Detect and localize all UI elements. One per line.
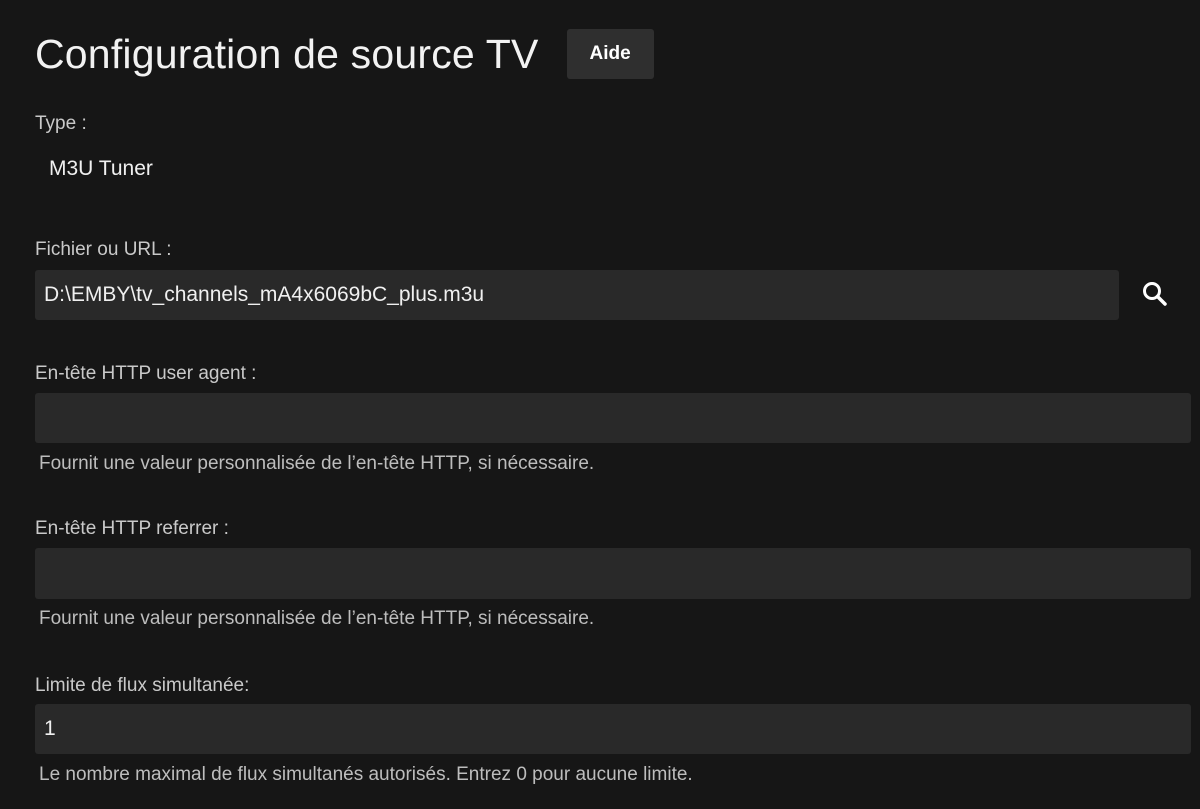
type-label: Type : (35, 113, 87, 134)
header: Configuration de source TV Aide (35, 28, 654, 80)
referrer-field[interactable] (35, 548, 1191, 599)
user-agent-field[interactable] (35, 393, 1191, 443)
user-agent-help: Fournit une valeur personnalisée de l’en… (39, 453, 595, 474)
browse-search-button[interactable] (1131, 270, 1179, 318)
page-title: Configuration de source TV (35, 31, 539, 77)
file-url-value: D:\EMBY\tv_channels_mA4x6069bC_plus.m3u (44, 283, 485, 306)
referrer-help: Fournit une valeur personnalisée de l’en… (39, 608, 595, 629)
search-icon (1143, 282, 1167, 306)
tv-source-config-page: Configuration de source TV Aide Type : M… (0, 0, 1200, 809)
stream-limit-help: Le nombre maximal de flux simultanés aut… (39, 764, 693, 785)
referrer-label: En-tête HTTP referrer : (35, 518, 229, 539)
file-url-label: Fichier ou URL : (35, 239, 172, 260)
type-value: M3U Tuner (49, 157, 153, 180)
help-button[interactable]: Aide (566, 29, 654, 79)
stream-limit-field[interactable]: 1 (35, 704, 1191, 754)
user-agent-label: En-tête HTTP user agent : (35, 363, 257, 384)
stream-limit-label: Limite de flux simultanée: (35, 675, 250, 696)
stream-limit-value: 1 (44, 717, 56, 740)
file-url-field[interactable]: D:\EMBY\tv_channels_mA4x6069bC_plus.m3u (35, 270, 1119, 320)
